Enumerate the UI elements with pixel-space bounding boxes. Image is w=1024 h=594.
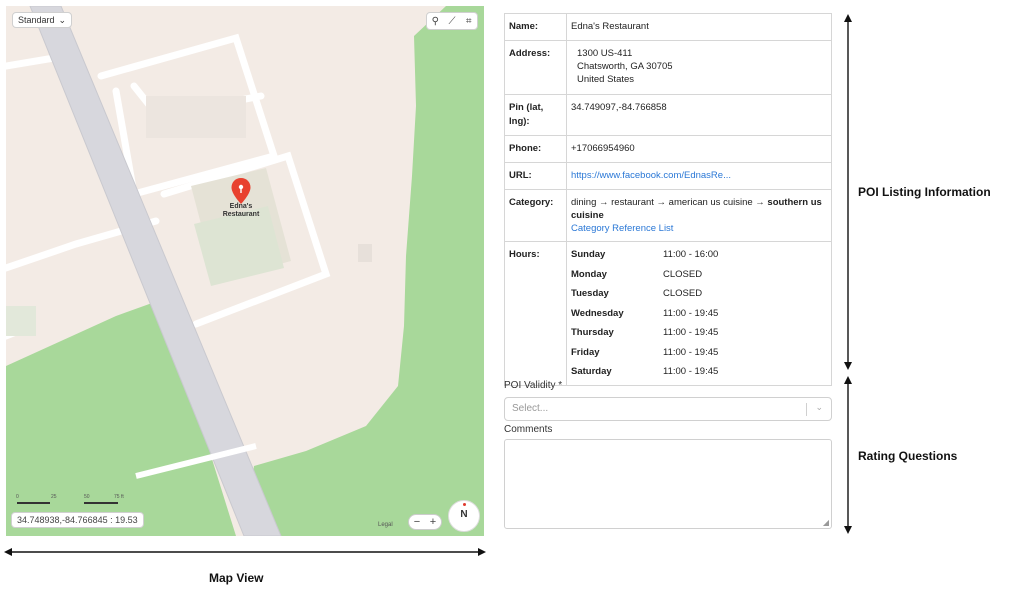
resize-handle-icon[interactable]: ◢ — [823, 518, 829, 527]
hours-time: CLOSED — [663, 288, 703, 299]
info-row-phone: Phone: +17066954960 — [505, 135, 831, 162]
pin-key: Pin (lat, lng): — [505, 95, 567, 135]
info-row-pin: Pin (lat, lng): 34.749097,-84.766858 — [505, 94, 831, 135]
hours-day: Friday — [571, 346, 600, 358]
info-row-url: URL: https://www.facebook.com/EdnasRe... — [505, 162, 831, 189]
phone-value: +17066954960 — [571, 143, 635, 154]
info-row-address: Address: 1300 US-411 Chatsworth, GA 3070… — [505, 40, 831, 94]
info-row-category: Category: dining → restaurant → american… — [505, 189, 831, 241]
name-value: Edna's Restaurant — [571, 21, 649, 32]
info-row-hours: Hours: Sunday 11:00 - 16:00 Monday CLOSED … — [505, 241, 831, 385]
url-key: URL: — [505, 163, 567, 189]
pin-key-line: Pin (lat, — [509, 102, 544, 113]
hours-time: 11:00 - 19:45 — [663, 327, 719, 338]
category-path-text: dining → restaurant → american us cuisin… — [571, 197, 768, 208]
pin-value: 34.749097,-84.766858 — [571, 102, 667, 113]
name-key: Name: — [505, 14, 567, 40]
poi-validity-select[interactable]: Select... ⌄ — [504, 397, 832, 421]
hours-day: Saturday — [571, 366, 612, 377]
poi-info-table: Name: Edna's Restaurant Address: 1300 US… — [504, 13, 832, 386]
category-path: dining → restaurant → american us cuisin… — [571, 196, 827, 222]
phone-key: Phone: — [505, 136, 567, 162]
hours-time: CLOSED — [663, 268, 703, 280]
comments-textarea[interactable]: ◢ — [504, 439, 832, 529]
category-reference-link[interactable]: Category Reference List — [571, 222, 827, 235]
address-line: United States — [577, 74, 635, 85]
map-view-heading: Map View — [209, 571, 264, 585]
hours-value: Sunday 11:00 - 16:00 Monday CLOSED Tuesday… — [567, 242, 831, 385]
hours-grid: Sunday 11:00 - 16:00 Monday CLOSED Tuesday… — [571, 248, 827, 379]
address-line: 1300 US-411 — [577, 48, 633, 59]
hours-day: Sunday — [571, 249, 606, 260]
comments-label: Comments — [504, 424, 553, 435]
address-value: 1300 US-411 Chatsworth, GA 30705 United … — [567, 41, 831, 94]
url-link[interactable]: https://www.facebook.com/EdnasRe... — [567, 163, 831, 189]
hours-day: Thursday — [571, 327, 614, 338]
hours-time: 11:00 - 19:45 — [663, 366, 719, 377]
category-key: Category: — [505, 190, 567, 241]
poi-validity-label: POI Validity * — [504, 380, 563, 391]
hours-day: Tuesday — [571, 288, 609, 299]
hours-key: Hours: — [505, 242, 567, 385]
info-row-name: Name: Edna's Restaurant — [505, 14, 831, 40]
hours-day: Wednesday — [571, 307, 624, 319]
hours-time: 11:00 - 19:45 — [663, 307, 719, 319]
address-key: Address: — [505, 41, 567, 94]
hours-day: Monday — [571, 268, 607, 280]
address-line: Chatsworth, GA 30705 — [577, 61, 673, 72]
hours-time: 11:00 - 19:45 — [663, 346, 719, 358]
pin-key-line: lng): — [509, 116, 530, 127]
chevron-down-icon: ⌄ — [815, 402, 823, 412]
rating-questions-heading: Rating Questions — [858, 449, 958, 463]
poi-listing-heading: POI Listing Information — [858, 185, 991, 199]
category-value: dining → restaurant → american us cuisin… — [567, 190, 831, 241]
select-divider — [806, 403, 807, 416]
poi-validity-placeholder: Select... — [512, 403, 549, 414]
hours-time: 11:00 - 16:00 — [663, 249, 719, 260]
